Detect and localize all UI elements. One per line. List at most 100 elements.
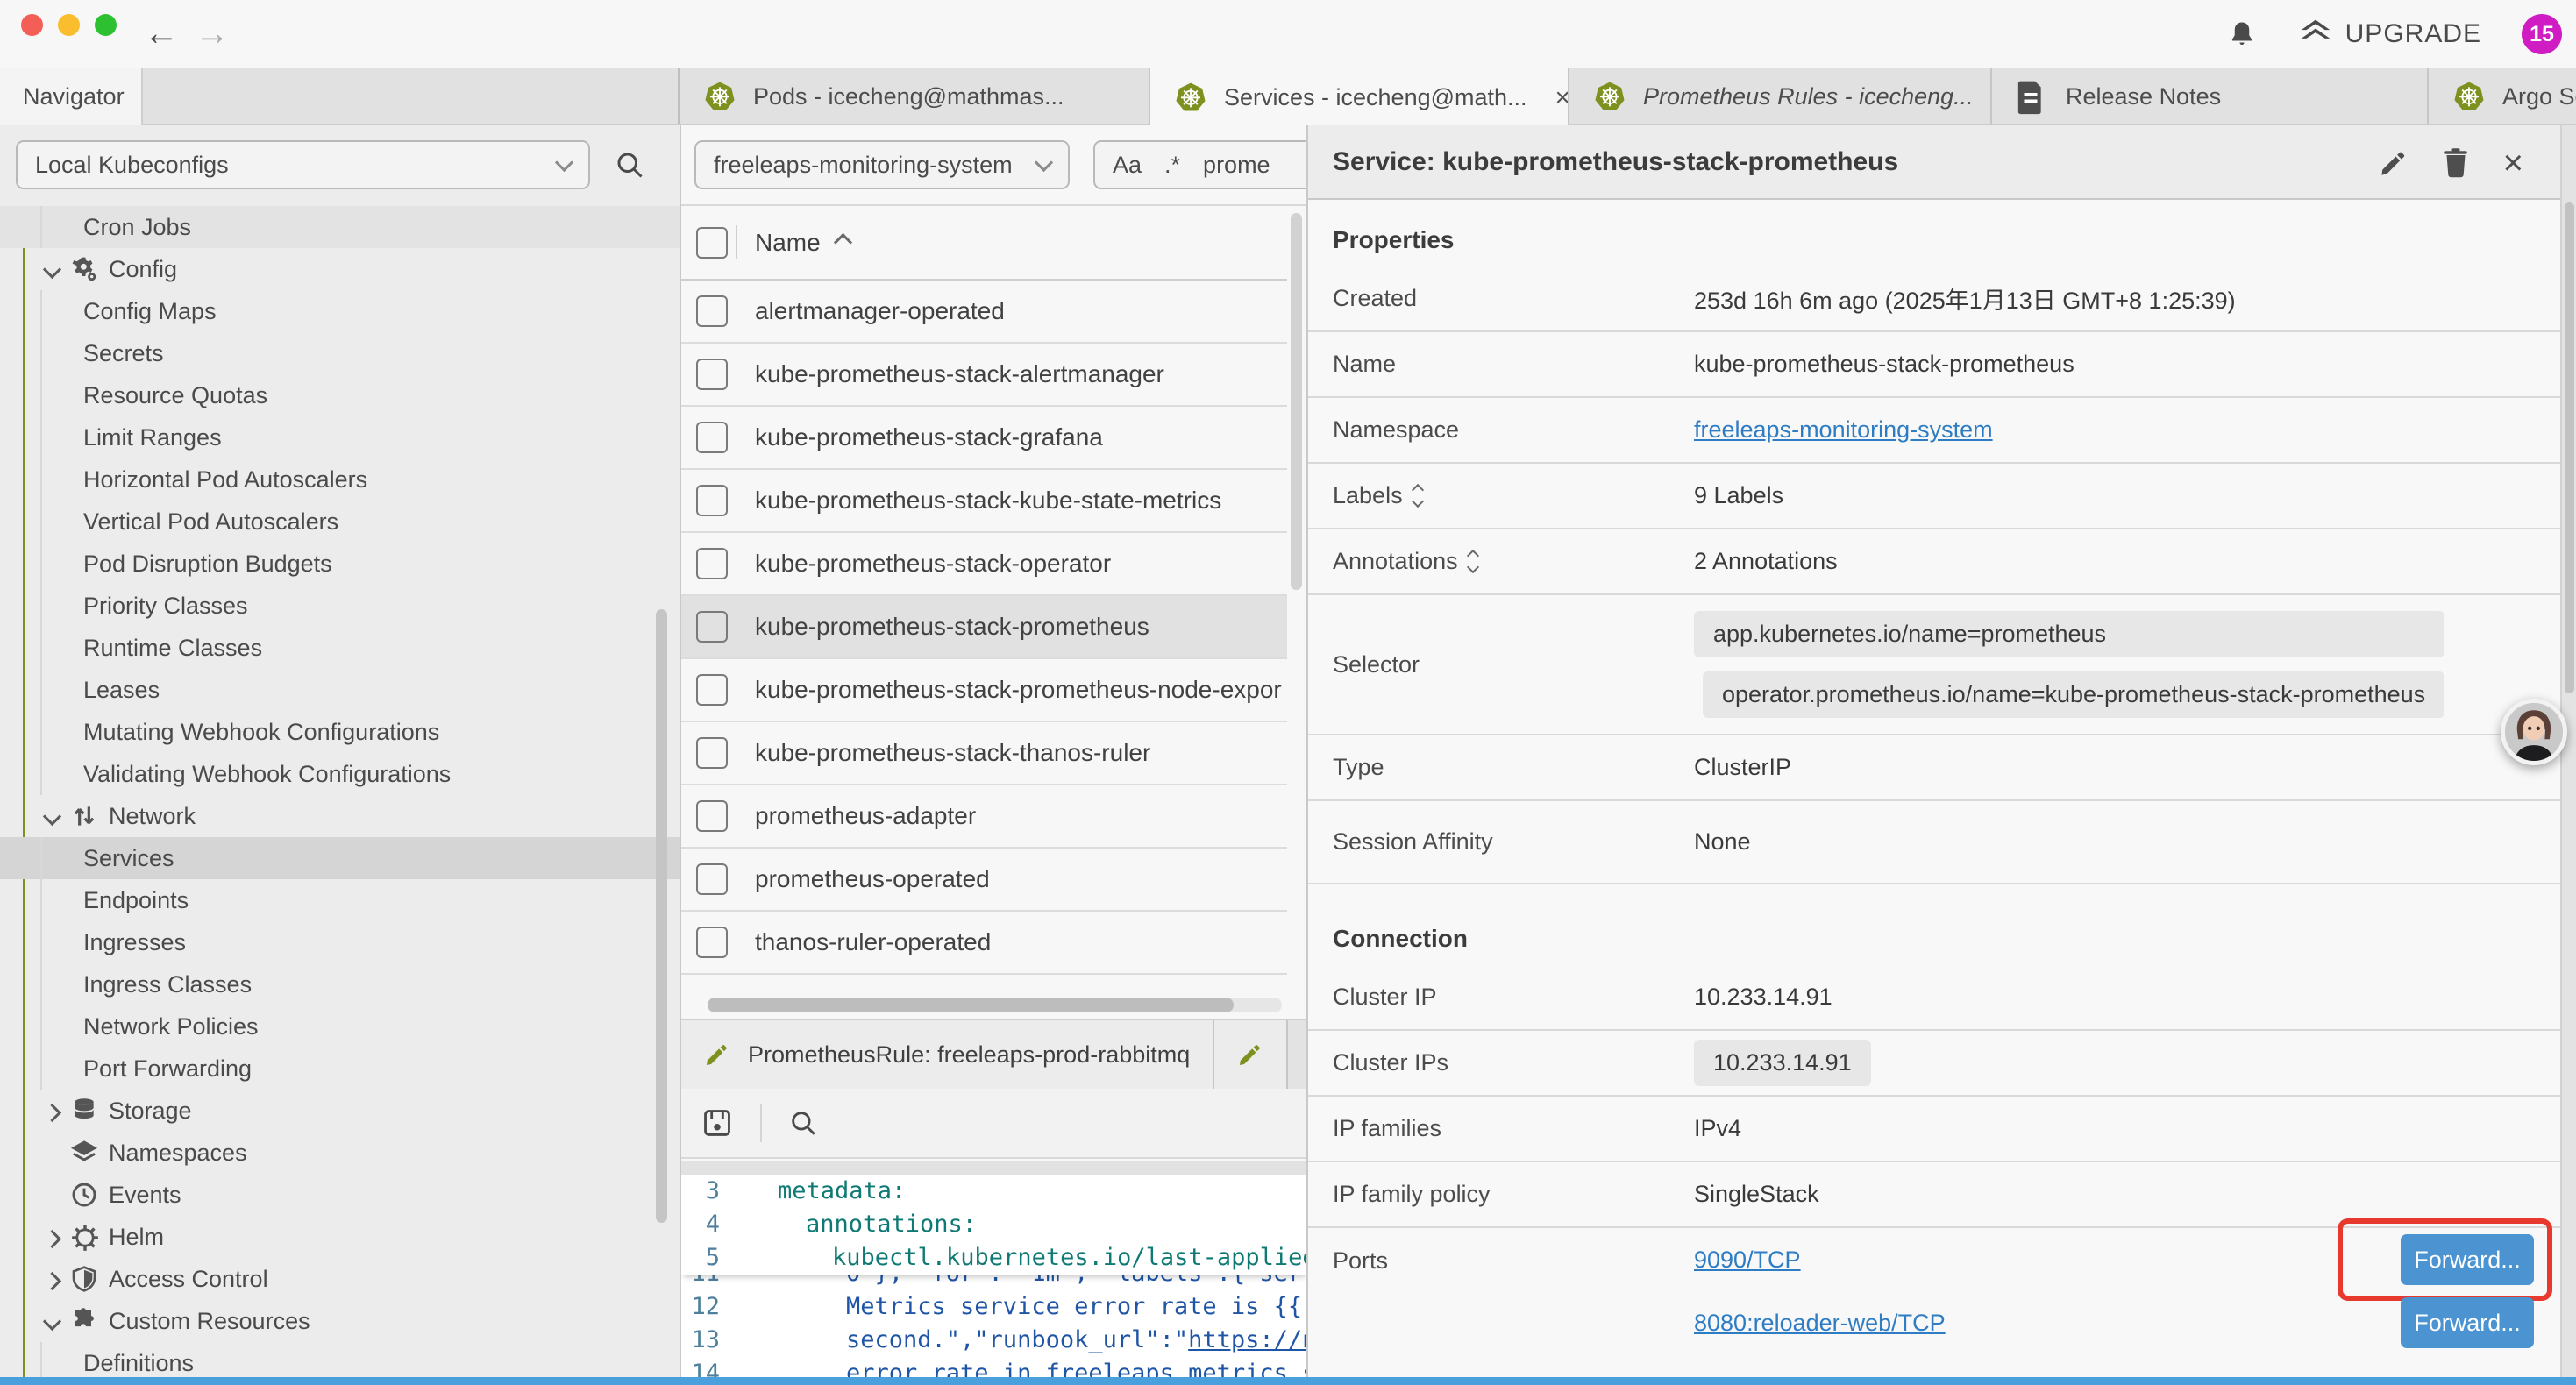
namespace-link[interactable]: freeleaps-monitoring-system [1694, 416, 1993, 443]
notifications-bell-icon[interactable] [2226, 18, 2258, 50]
forward-arrow-icon[interactable]: → [195, 7, 230, 60]
table-header[interactable]: Name [681, 206, 1306, 281]
table-row[interactable]: kube-prometheus-stack-kube-state-metrics [681, 470, 1306, 533]
sidebar-item[interactable]: Endpoints [0, 879, 680, 921]
sidebar-item[interactable]: Services [0, 837, 680, 879]
sidebar-item[interactable]: Limit Ranges [0, 416, 680, 458]
table-row[interactable]: prometheus-operated [681, 849, 1306, 912]
row-checkbox[interactable] [696, 485, 728, 516]
row-checkbox[interactable] [696, 674, 728, 706]
row-checkbox[interactable] [696, 737, 728, 769]
sidebar-item[interactable]: Helm [0, 1216, 680, 1258]
sidebar-item[interactable]: Config Maps [0, 290, 680, 332]
details-body: PropertiesCreated253d 16h 6m ago (2025年1… [1308, 200, 2560, 1378]
table-row[interactable]: kube-prometheus-stack-alertmanager [681, 344, 1306, 407]
editor-tab-next[interactable] [1214, 1020, 1288, 1089]
expand-collapse-icon[interactable] [1413, 486, 1422, 506]
kubeconfig-select[interactable]: Local Kubeconfigs [16, 140, 590, 189]
back-arrow-icon[interactable]: ← [144, 7, 179, 60]
zoom-window-button[interactable] [95, 14, 117, 36]
delete-trash-icon[interactable] [2442, 147, 2470, 179]
row-checkbox[interactable] [696, 548, 728, 579]
editor-search-icon[interactable] [788, 1108, 818, 1138]
sidebar-item[interactable]: Storage [0, 1090, 680, 1132]
search-input[interactable]: Aa .* prome [1093, 140, 1306, 189]
sidebar-item[interactable]: Network Policies [0, 1005, 680, 1048]
sidebar-item[interactable]: Leases [0, 669, 680, 711]
forward-button[interactable]: Forward... [2401, 1297, 2534, 1348]
sidebar-item[interactable]: Resource Quotas [0, 374, 680, 416]
row-checkbox[interactable] [696, 422, 728, 453]
regex-toggle[interactable]: .* [1164, 152, 1180, 179]
expand-collapse-icon[interactable] [1469, 551, 1477, 572]
sidebar-item[interactable]: Horizontal Pod Autoscalers [0, 458, 680, 501]
navigator-search-icon[interactable] [614, 149, 645, 181]
close-details-icon[interactable]: × [2503, 146, 2523, 181]
sidebar-item[interactable]: Config [0, 248, 680, 290]
code-link[interactable]: https://net [1188, 1326, 1306, 1353]
select-all-checkbox[interactable] [696, 227, 728, 259]
sidebar-item[interactable]: Secrets [0, 332, 680, 374]
row-checkbox[interactable] [696, 800, 728, 832]
table-row[interactable]: kube-prometheus-stack-grafana [681, 407, 1306, 470]
sidebar-item[interactable]: Vertical Pod Autoscalers [0, 501, 680, 543]
document-tab[interactable]: Release Notes [1992, 68, 2429, 125]
sidebar-item[interactable]: Validating Webhook Configurations [0, 753, 680, 795]
sidebar-item[interactable]: Mutating Webhook Configurations [0, 711, 680, 753]
property-label: Annotations [1333, 548, 1477, 575]
table-scrollbar[interactable] [1287, 206, 1306, 995]
port-link[interactable]: 8080:reloader-web/TCP [1694, 1310, 1946, 1337]
name-column-header[interactable]: Name [755, 229, 821, 257]
editor-tab-prometheusrule[interactable]: PrometheusRule: freeleaps-prod-rabbitmq [681, 1020, 1214, 1089]
sidebar-item[interactable]: Definitions [0, 1342, 680, 1378]
sidebar-item[interactable]: Namespaces [0, 1132, 680, 1174]
sidebar-item[interactable]: Custom Resources [0, 1300, 680, 1342]
match-case-toggle[interactable]: Aa [1113, 152, 1142, 179]
table-horizontal-scrollbar[interactable] [708, 998, 1282, 1012]
sidebar-item[interactable]: Port Forwarding [0, 1048, 680, 1090]
sidebar-item[interactable]: Cron Jobs [0, 206, 680, 248]
sidebar-item[interactable]: Ingresses [0, 921, 680, 963]
table-row[interactable]: thanos-ruler-operated [681, 912, 1306, 975]
sidebar-item[interactable]: Events [0, 1174, 680, 1216]
navigator-scrollbar[interactable] [656, 609, 667, 1223]
table-row[interactable]: kube-prometheus-stack-prometheus-node-ex… [681, 659, 1306, 722]
sidebar-item[interactable]: Runtime Classes [0, 627, 680, 669]
property-label: IP families [1333, 1115, 1441, 1142]
row-checkbox[interactable] [696, 927, 728, 958]
table-row[interactable]: prometheus-adapter [681, 785, 1306, 849]
sidebar-item[interactable]: Pod Disruption Budgets [0, 543, 680, 585]
document-tab[interactable]: Prometheus Rules - icecheng... [1569, 68, 1992, 125]
row-checkbox[interactable] [696, 359, 728, 390]
namespace-select[interactable]: freeleaps-monitoring-system [694, 140, 1070, 189]
document-tab[interactable]: Pods - icecheng@mathmas... [680, 68, 1150, 125]
edit-pencil-icon[interactable] [2379, 148, 2409, 178]
table-row[interactable]: kube-prometheus-stack-operator [681, 533, 1306, 596]
forward-button[interactable]: Forward... [2401, 1234, 2534, 1285]
table-row[interactable]: alertmanager-operated [681, 281, 1306, 344]
minimize-window-button[interactable] [58, 14, 80, 36]
row-checkbox[interactable] [696, 295, 728, 327]
row-checkbox[interactable] [696, 863, 728, 895]
notification-count-badge[interactable]: 15 [2522, 14, 2562, 54]
sidebar-item[interactable]: Access Control [0, 1258, 680, 1300]
row-checkbox[interactable] [696, 611, 728, 643]
sidebar-item[interactable]: Network [0, 795, 680, 837]
editor-tab-title: PrometheusRule: freeleaps-prod-rabbitmq [748, 1041, 1190, 1069]
user-avatar[interactable] [2501, 699, 2567, 765]
sidebar-item[interactable]: Ingress Classes [0, 963, 680, 1005]
document-tab[interactable]: Argo Se [2429, 68, 2576, 125]
yaml-editor[interactable]: 3 metadata: 4 annotations: 5 kubectl.kub… [681, 1175, 1306, 1378]
save-icon[interactable] [701, 1106, 734, 1140]
document-tab[interactable]: Services - icecheng@math... × [1150, 68, 1569, 127]
table-row[interactable]: kube-prometheus-stack-thanos-ruler [681, 722, 1306, 785]
table-row[interactable]: kube-prometheus-stack-prometheus [681, 596, 1306, 659]
port-link[interactable]: 9090/TCP [1694, 1246, 1801, 1274]
sort-ascending-icon[interactable] [834, 233, 852, 252]
details-scrollbar[interactable] [2560, 125, 2576, 1378]
tab-navigator[interactable]: Navigator [0, 68, 143, 125]
upgrade-button[interactable]: UPGRADE [2298, 18, 2481, 50]
close-tab-icon[interactable]: × [1555, 83, 1569, 113]
close-window-button[interactable] [21, 14, 43, 36]
sidebar-item[interactable]: Priority Classes [0, 585, 680, 627]
